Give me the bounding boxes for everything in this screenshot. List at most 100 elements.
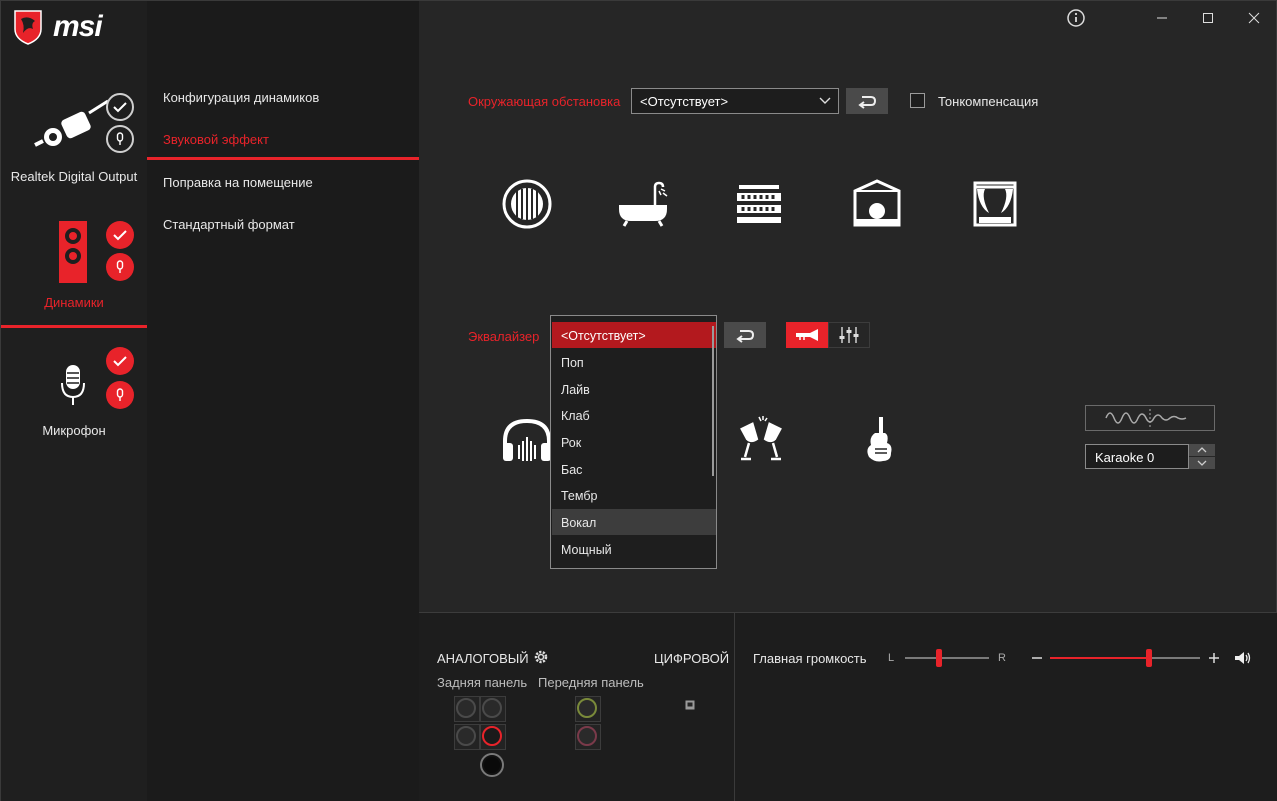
- environment-reset-button[interactable]: [846, 88, 888, 114]
- environment-select[interactable]: <Отсутствует>: [631, 88, 839, 114]
- front-jack-green[interactable]: [577, 698, 597, 718]
- equalizer-sliders-icon: [839, 327, 859, 343]
- output-enabled-badge[interactable]: [106, 93, 134, 121]
- rear-jack-gray[interactable]: [482, 698, 502, 718]
- device-microphone[interactable]: Микрофон: [1, 341, 147, 451]
- karaoke-voice-cancel-button[interactable]: [1085, 405, 1215, 431]
- eq-option-powerful[interactable]: Мощный: [552, 536, 716, 562]
- bottom-panel: [419, 612, 1277, 801]
- master-volume-label: Главная громкость: [753, 651, 867, 666]
- maximize-icon: [1203, 13, 1213, 23]
- device-speakers[interactable]: Динамики: [1, 213, 147, 325]
- rear-panel-label: Задняя панель: [437, 675, 528, 690]
- bathroom-icon[interactable]: [615, 179, 671, 229]
- device-column: msi Realtek Digital Output Динамики Микр…: [1, 1, 147, 801]
- balance-left-label: L: [888, 652, 895, 664]
- submenu-column: Конфигурация динамиков Звуковой эффект П…: [147, 1, 419, 801]
- environment-selected-value: <Отсутствует>: [640, 94, 729, 109]
- rear-jack-gray[interactable]: [456, 698, 476, 718]
- digital-jack-icon: [34, 99, 109, 147]
- device-label: Realtek Digital Output: [10, 169, 138, 184]
- reset-icon: [736, 330, 755, 343]
- guitar-icon[interactable]: [851, 415, 907, 465]
- speaker-volume-icon[interactable]: [1234, 651, 1252, 665]
- karaoke-increment-button[interactable]: [1189, 444, 1215, 456]
- chevron-down-icon: [819, 97, 831, 104]
- volume-slider-fill: [1050, 657, 1149, 659]
- mic-small-icon: [116, 132, 124, 145]
- karaoke-value-field[interactable]: Karaoke 0: [1085, 444, 1189, 469]
- logo-text: msi: [53, 10, 103, 43]
- check-icon: [113, 102, 127, 113]
- custom-eq-button[interactable]: [828, 322, 870, 348]
- info-icon: [1067, 9, 1085, 27]
- submenu-room-correction[interactable]: Поправка на помещение: [163, 175, 313, 190]
- eq-option-pop[interactable]: Поп: [552, 349, 716, 375]
- rear-jack-red[interactable]: [482, 726, 502, 746]
- speaker-mic-badge[interactable]: [106, 253, 134, 281]
- close-icon: [1248, 12, 1260, 24]
- dropdown-scrollbar[interactable]: [712, 326, 714, 476]
- equalizer-reset-button[interactable]: [724, 322, 766, 348]
- device-label: Динамики: [44, 295, 104, 310]
- bottom-divider: [734, 613, 735, 801]
- karaoke-decrement-button[interactable]: [1189, 457, 1215, 469]
- loudness-checkbox[interactable]: [910, 93, 925, 108]
- balance-slider-thumb[interactable]: [935, 649, 942, 667]
- theater-icon[interactable]: [967, 179, 1023, 229]
- speaker-enabled-badge[interactable]: [106, 221, 134, 249]
- mic-mic-badge[interactable]: [106, 381, 134, 409]
- equalizer-dropdown-list[interactable]: <Отсутствует> Поп Лайв Клаб Рок Бас Темб…: [550, 315, 717, 569]
- front-jack-pink[interactable]: [577, 726, 597, 746]
- dragon-shield-icon: [14, 10, 42, 45]
- front-panel-label: Передняя панель: [538, 675, 644, 690]
- eq-option-treble[interactable]: Тембр: [552, 482, 716, 508]
- reset-icon: [858, 96, 877, 109]
- balance-slider-track[interactable]: [905, 657, 989, 659]
- submenu-sound-effect[interactable]: Звуковой эффект: [163, 132, 269, 147]
- headphones-icon[interactable]: [499, 415, 555, 465]
- check-icon: [113, 230, 127, 241]
- sewer-pipe-icon[interactable]: [499, 179, 555, 229]
- preset-mode-button[interactable]: [786, 322, 828, 348]
- submenu-active-indicator: [147, 157, 419, 160]
- eq-option-rock[interactable]: Рок: [552, 429, 716, 455]
- rear-jack-black[interactable]: [482, 755, 502, 775]
- msi-logo: msi: [13, 7, 143, 47]
- maximize-button[interactable]: [1197, 7, 1219, 29]
- eq-option-bass[interactable]: Бас: [552, 456, 716, 482]
- microphone-icon: [61, 365, 85, 405]
- device-label: Микрофон: [42, 423, 106, 438]
- environment-label: Окружающая обстановка: [468, 94, 621, 109]
- colosseum-icon[interactable]: [731, 179, 787, 229]
- plus-icon[interactable]: [1209, 653, 1219, 663]
- mic-enabled-badge[interactable]: [106, 347, 134, 375]
- eq-option-vocal[interactable]: Вокал: [552, 509, 716, 535]
- close-button[interactable]: [1243, 7, 1265, 29]
- optical-port-icon[interactable]: [685, 700, 695, 710]
- speaker-icon: [59, 221, 87, 283]
- minimize-icon: [1157, 17, 1167, 19]
- gear-icon[interactable]: [532, 648, 550, 666]
- trumpet-icon: [796, 329, 818, 341]
- app-window: msi Realtek Digital Output Динамики Микр…: [0, 0, 1277, 801]
- device-realtek-digital-output[interactable]: Realtek Digital Output: [1, 87, 147, 197]
- eq-option-club[interactable]: Клаб: [552, 402, 716, 428]
- eq-option-live[interactable]: Лайв: [552, 376, 716, 402]
- output-mic-badge[interactable]: [106, 125, 134, 153]
- digital-label: ЦИФРОВОЙ: [654, 651, 730, 666]
- equalizer-mode-toggle: [786, 322, 870, 348]
- balance-right-label: R: [998, 652, 1006, 664]
- minimize-button[interactable]: [1151, 7, 1173, 29]
- mic-small-icon: [116, 260, 124, 273]
- rear-jack-gray[interactable]: [456, 726, 476, 746]
- device-active-indicator: [1, 325, 147, 328]
- submenu-speaker-config[interactable]: Конфигурация динамиков: [163, 90, 319, 105]
- submenu-default-format[interactable]: Стандартный формат: [163, 217, 295, 232]
- cheers-icon[interactable]: [733, 415, 789, 465]
- stone-room-icon[interactable]: [849, 179, 905, 229]
- volume-slider-thumb[interactable]: [1146, 649, 1152, 667]
- eq-option-none[interactable]: <Отсутствует>: [552, 322, 716, 348]
- minus-icon[interactable]: [1032, 656, 1042, 660]
- info-button[interactable]: [1065, 7, 1087, 29]
